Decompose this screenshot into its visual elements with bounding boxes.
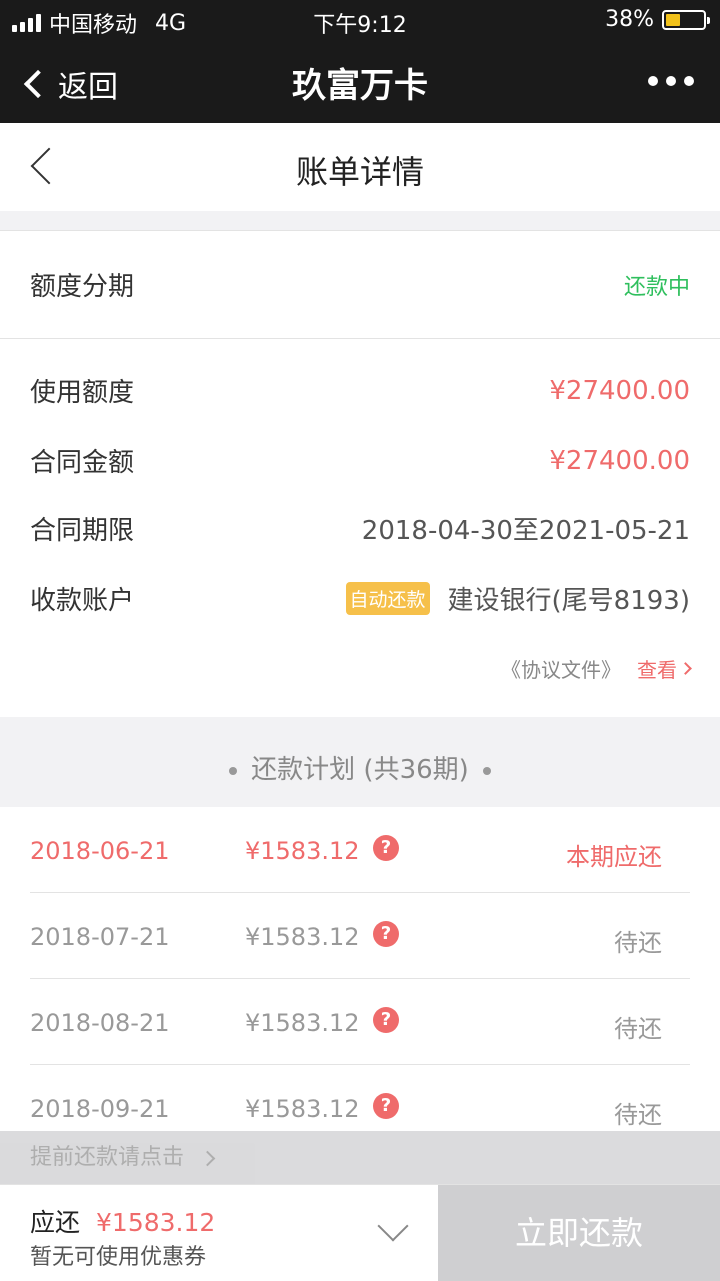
plan-date: 2018-07-21 — [30, 923, 170, 951]
page-title: 账单详情 — [295, 153, 424, 191]
plan-date: 2018-06-21 — [30, 837, 170, 865]
app-title: 玖富万卡 — [292, 66, 428, 106]
field-row-contract-amount: 合同金额 ¥27400.00 — [30, 442, 690, 479]
battery-percent: 38% — [605, 7, 654, 32]
plan-amount: ¥1583.12 — [245, 837, 360, 865]
coupon-text: 暂无可使用优惠券 — [30, 1245, 207, 1270]
due-label: 应还 — [30, 1208, 81, 1237]
loan-type-row: 额度分期 还款中 — [30, 266, 690, 303]
pay-now-button[interactable]: 立即还款 — [438, 1185, 720, 1281]
plan-amount: ¥1583.12 — [245, 1009, 360, 1037]
field-label: 收款账户 — [30, 586, 135, 616]
prepay-label: 提前还款请点击 — [30, 1145, 185, 1170]
due-summary: 应还 ¥1583.12 — [30, 1203, 215, 1239]
dot-icon — [229, 766, 238, 775]
due-amount: ¥1583.12 — [96, 1208, 216, 1237]
section-gap — [0, 211, 720, 231]
loan-status-badge: 还款中 — [623, 274, 690, 300]
plan-status: 待还 — [614, 1101, 662, 1129]
nav-bar: 返回 玖富万卡 — [0, 40, 720, 123]
view-agreement-link[interactable]: 查看 — [637, 654, 692, 683]
plan-date: 2018-09-21 — [30, 1095, 170, 1123]
auto-repay-tag: 自动还款 — [345, 582, 430, 615]
agreement-label: 《协议文件》 — [501, 658, 621, 682]
chevron-down-icon[interactable] — [377, 1210, 409, 1242]
field-row-credit: 使用额度 ¥27400.00 — [30, 372, 690, 409]
field-label: 合同期限 — [30, 516, 135, 546]
plan-row: 2018-07-21 ¥1583.12 ? 待还 — [30, 893, 690, 979]
battery-icon — [662, 9, 710, 30]
field-value: ¥27400.00 — [549, 445, 690, 476]
help-icon[interactable]: ? — [373, 835, 399, 861]
agreement-row: 《协议文件》 查看 — [501, 654, 692, 683]
plan-row: 2018-06-21 ¥1583.12 ? 本期应还 — [30, 807, 690, 893]
field-value: ¥27400.00 — [549, 375, 690, 406]
payment-footer: 应还 ¥1583.12 暂无可使用优惠券 立即还款 — [0, 1184, 720, 1281]
field-value: 建设银行(尾号8193) — [447, 586, 690, 616]
plan-status: 待还 — [614, 929, 662, 957]
plan-date: 2018-08-21 — [30, 1009, 170, 1037]
account-value-group: 自动还款 建设银行(尾号8193) — [345, 580, 690, 617]
dot-icon — [482, 766, 491, 775]
loan-type: 额度分期 — [30, 272, 135, 302]
chevron-right-icon — [679, 662, 692, 675]
page-header: 账单详情 — [0, 123, 720, 211]
plan-amount: ¥1583.12 — [245, 923, 360, 951]
help-icon[interactable]: ? — [373, 921, 399, 947]
help-icon[interactable]: ? — [373, 1007, 399, 1033]
plan-amount: ¥1583.12 — [245, 1095, 360, 1123]
more-options-icon[interactable] — [648, 76, 694, 86]
plan-title: 还款计划 (共36期) — [251, 755, 469, 785]
plan-row: 2018-08-21 ¥1583.12 ? 待还 — [30, 979, 690, 1065]
field-label: 合同金额 — [30, 448, 135, 478]
field-row-account: 收款账户 自动还款 建设银行(尾号8193) — [30, 580, 690, 617]
plan-status: 本期应还 — [566, 843, 662, 871]
field-row-contract-term: 合同期限 2018-04-30至2021-05-21 — [30, 510, 690, 547]
field-value: 2018-04-30至2021-05-21 — [361, 516, 690, 546]
view-label: 查看 — [637, 658, 677, 682]
status-right: 38% — [605, 7, 710, 32]
status-bar: 中国移动 4G 下午9:12 38% — [0, 0, 720, 40]
prepay-banner[interactable]: 提前还款请点击 — [0, 1131, 720, 1184]
divider — [0, 338, 720, 339]
plan-status: 待还 — [614, 1015, 662, 1043]
repayment-plan-header: 还款计划 (共36期) — [0, 717, 720, 807]
field-label: 使用额度 — [30, 378, 135, 408]
chevron-right-icon — [199, 1150, 216, 1167]
help-icon[interactable]: ? — [373, 1093, 399, 1119]
